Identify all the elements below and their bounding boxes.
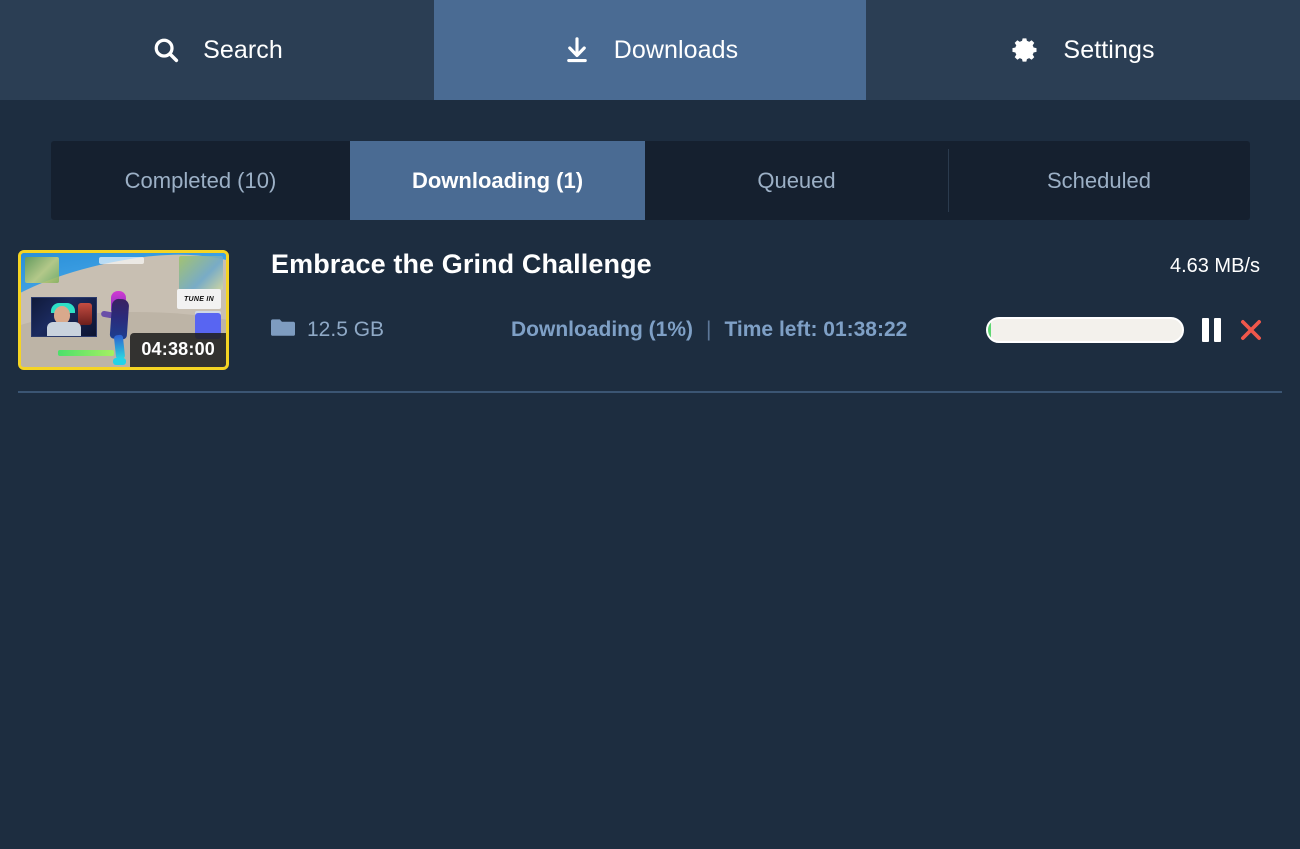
cancel-button[interactable] xyxy=(1238,317,1264,343)
video-duration-badge: 04:38:00 xyxy=(130,333,226,367)
nav-item-settings[interactable]: Settings xyxy=(866,0,1300,100)
download-list: TUNE IN 04:38:00 Embrace the Grind Chall… xyxy=(0,243,1300,393)
thumbnail-minimap-left xyxy=(25,257,59,283)
nav-label-downloads: Downloads xyxy=(613,35,739,64)
download-progress-fill xyxy=(988,318,991,341)
status-separator: | xyxy=(706,317,712,341)
download-meta-row: 12.5 GB Downloading (1%) | Time left: 01… xyxy=(271,316,1282,343)
folder-icon xyxy=(271,317,295,342)
thumbnail-health-bar xyxy=(57,350,114,356)
thumbnail-minimap-right xyxy=(179,256,223,290)
download-title[interactable]: Embrace the Grind Challenge xyxy=(271,249,652,280)
tab-completed[interactable]: Completed (10) xyxy=(51,141,350,220)
video-thumbnail[interactable]: TUNE IN 04:38:00 xyxy=(18,250,229,370)
download-status: Downloading (1%) xyxy=(511,317,693,341)
webcam-lamp xyxy=(78,303,92,325)
gear-icon xyxy=(1011,35,1041,65)
top-navbar: Search Downloads Settings xyxy=(0,0,1300,108)
download-item-row: TUNE IN 04:38:00 Embrace the Grind Chall… xyxy=(18,243,1282,393)
download-speed: 4.63 MB/s xyxy=(1169,255,1260,277)
webcam-torso xyxy=(47,322,82,336)
tab-label-queued: Queued xyxy=(757,167,836,193)
download-status-group: Downloading (1%) | Time left: 01:38:22 xyxy=(511,318,907,342)
download-size: 12.5 GB xyxy=(307,317,385,341)
download-title-row: Embrace the Grind Challenge 4.63 MB/s xyxy=(271,249,1282,280)
download-icon xyxy=(562,35,592,65)
thumbnail-character-shoe xyxy=(113,357,127,365)
tab-queued[interactable]: Queued xyxy=(645,141,948,220)
search-icon xyxy=(151,35,181,65)
thumbnail-hud-bar xyxy=(98,257,144,264)
nav-label-settings: Settings xyxy=(1063,35,1155,64)
pause-button[interactable] xyxy=(1200,317,1222,343)
download-progress-bar[interactable] xyxy=(986,316,1184,343)
thumbnail-tune-in-badge: TUNE IN xyxy=(177,289,221,309)
pause-bar-right xyxy=(1213,317,1221,342)
nav-item-downloads[interactable]: Downloads xyxy=(434,0,866,100)
tab-scheduled[interactable]: Scheduled xyxy=(948,141,1250,220)
pause-bar-left xyxy=(1201,317,1209,342)
thumbnail-webcam-overlay xyxy=(31,297,97,337)
tab-downloading[interactable]: Downloading (1) xyxy=(350,141,645,220)
nav-item-search[interactable]: Search xyxy=(0,0,434,100)
downloads-page: Completed (10) Downloading (1) Queued Sc… xyxy=(0,100,1300,841)
tab-label-scheduled: Scheduled xyxy=(1047,167,1151,193)
tab-label-downloading: Downloading (1) xyxy=(411,167,584,193)
download-time-left: Time left: 01:38:22 xyxy=(724,317,908,341)
tab-label-completed: Completed (10) xyxy=(124,167,277,193)
thumbnail-character-body xyxy=(109,298,130,340)
download-item-info: Embrace the Grind Challenge 4.63 MB/s 12… xyxy=(229,243,1282,343)
nav-label-search: Search xyxy=(203,35,283,64)
downloads-tabstrip: Completed (10) Downloading (1) Queued Sc… xyxy=(51,141,1250,220)
download-controls-group xyxy=(986,316,1282,343)
download-size-group: 12.5 GB xyxy=(271,317,511,342)
